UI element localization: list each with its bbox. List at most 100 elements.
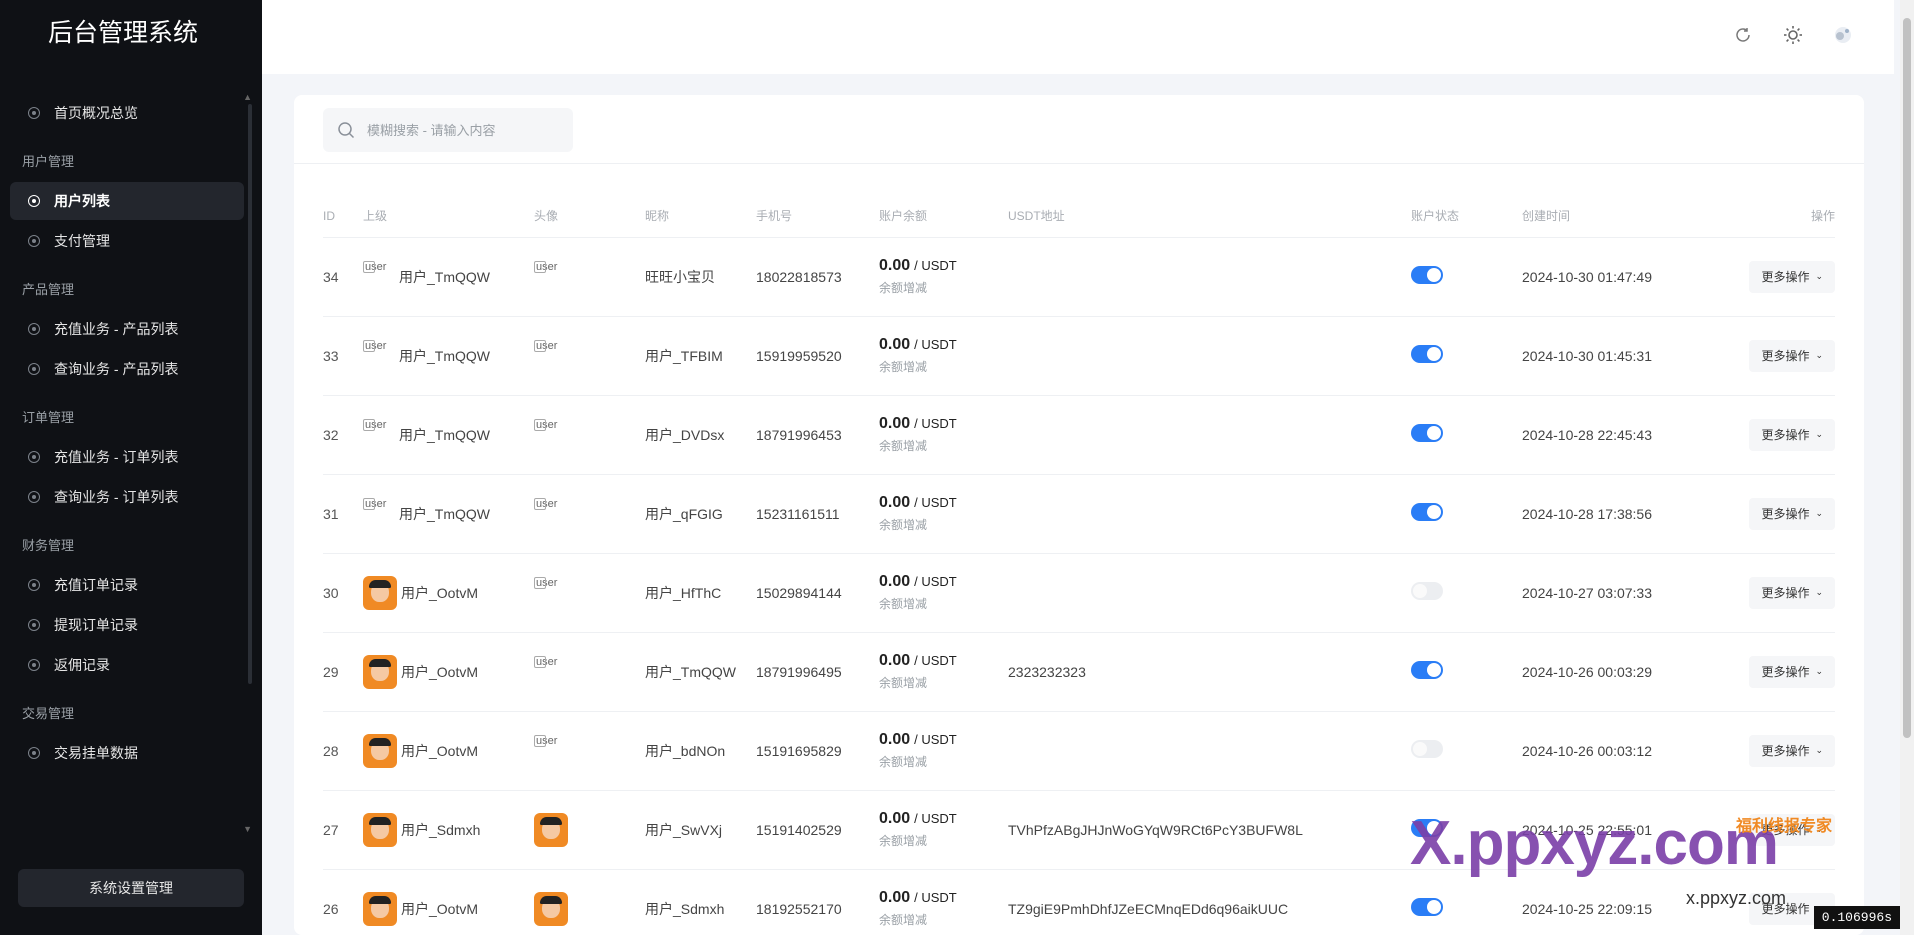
upline-avatar xyxy=(363,733,397,768)
radio-dot-icon xyxy=(28,659,40,671)
sidebar-item-withdraw-records[interactable]: 提现订单记录 xyxy=(10,606,244,644)
upline-avatar-broken-image: user xyxy=(363,497,395,531)
theme-toggle-icon[interactable] xyxy=(1832,24,1854,46)
cell-nickname: 用户_TmQQW xyxy=(645,632,756,712)
user-avatar-broken-image: user xyxy=(534,339,566,373)
cell-upline: 用户_OotvM xyxy=(363,711,534,791)
user-id: 30 xyxy=(323,584,339,601)
broken-image-alt: user xyxy=(365,339,387,352)
header-avatar: 头像 xyxy=(534,195,645,238)
more-actions-label: 更多操作 xyxy=(1761,349,1810,363)
more-actions-label: 更多操作 xyxy=(1761,270,1810,284)
balance-adjust-link[interactable]: 余额增减 xyxy=(879,911,1008,928)
sidebar-item-recharge-records[interactable]: 充值订单记录 xyxy=(10,566,244,604)
cell-id: 26 xyxy=(323,869,363,935)
sidebar-item-trade-orders[interactable]: 交易挂单数据 xyxy=(10,734,244,772)
more-actions-button[interactable]: 更多操作 ⌄ xyxy=(1749,497,1835,530)
refresh-icon[interactable] xyxy=(1732,24,1754,46)
balance-amount: 0.00 xyxy=(879,889,911,906)
status-toggle[interactable] xyxy=(1411,582,1443,600)
chevron-down-icon: ⌄ xyxy=(1815,508,1823,518)
created-time: 2024-10-27 03:07:33 xyxy=(1522,584,1652,601)
sidebar-item-label: 查询业务 - 产品列表 xyxy=(54,361,179,377)
created-time: 2024-10-30 01:47:49 xyxy=(1522,268,1652,285)
sidebar-item-query-products[interactable]: 查询业务 - 产品列表 xyxy=(10,350,244,388)
more-actions-button[interactable]: 更多操作 ⌄ xyxy=(1749,260,1835,293)
table-row: 31 user 用户_TmQQW user 用户_qFGIG 15231161511 0.0… xyxy=(323,474,1835,554)
system-settings-button[interactable]: 系统设置管理 xyxy=(18,869,244,907)
sidebar-item-label: 充值订单记录 xyxy=(54,577,138,593)
scroll-down-icon[interactable]: ▼ xyxy=(243,824,252,834)
sidebar-item-query-orders[interactable]: 查询业务 - 订单列表 xyxy=(10,478,244,516)
phone-number: 15919959520 xyxy=(756,347,842,364)
balance-unit: / USDT xyxy=(914,732,957,747)
cell-nickname: 旺旺小宝贝 xyxy=(645,237,756,317)
balance-adjust-link[interactable]: 余额增减 xyxy=(879,674,1008,691)
cell-avatar: user xyxy=(534,395,645,475)
sidebar-item-label: 提现订单记录 xyxy=(54,617,138,633)
cell-phone: 18791996495 xyxy=(756,632,879,712)
balance-adjust-link[interactable]: 余额增减 xyxy=(879,279,1008,296)
divider xyxy=(294,163,1864,164)
status-toggle[interactable] xyxy=(1411,266,1443,284)
watermark-url: x.ppxyz.com xyxy=(1686,888,1787,908)
sidebar-item-user-list[interactable]: 用户列表 xyxy=(10,182,244,220)
sidebar-item-commission-records[interactable]: 返佣记录 xyxy=(10,646,244,684)
sidebar-item-recharge-products[interactable]: 充值业务 - 产品列表 xyxy=(10,310,244,348)
cell-usdt-address xyxy=(1008,237,1411,317)
chevron-down-icon: ⌄ xyxy=(1815,350,1823,360)
page-scrollbar[interactable] xyxy=(1900,0,1914,935)
nickname: 旺旺小宝贝 xyxy=(645,268,715,285)
balance-adjust-link[interactable]: 余额增减 xyxy=(879,437,1008,454)
balance-adjust-link[interactable]: 余额增减 xyxy=(879,595,1008,612)
search-input[interactable] xyxy=(367,122,557,138)
cell-phone: 18022818573 xyxy=(756,237,879,317)
status-toggle[interactable] xyxy=(1411,345,1443,363)
cell-actions: 更多操作 ⌄ xyxy=(1735,553,1835,633)
cell-balance: 0.00/ USDT 余额增减 xyxy=(879,869,1008,935)
more-actions-button[interactable]: 更多操作 ⌄ xyxy=(1749,734,1835,767)
more-actions-button[interactable]: 更多操作 ⌄ xyxy=(1749,576,1835,609)
sidebar: 后台管理系统 ▲ 首页概况总览 用户管理 用户列表 支付管理 产品管理 充值业务 - 产品… xyxy=(0,0,262,935)
cell-balance: 0.00/ USDT 余额增减 xyxy=(879,790,1008,870)
table-row: 33 user 用户_TmQQW user 用户_TFBIM 15919959520 0.0… xyxy=(323,316,1835,396)
sidebar-scrollbar[interactable] xyxy=(248,104,252,684)
status-toggle[interactable] xyxy=(1411,898,1443,916)
user-avatar-broken-image: user xyxy=(534,260,566,294)
sidebar-item-dashboard[interactable]: 首页概况总览 xyxy=(10,94,244,132)
sidebar-item-recharge-orders[interactable]: 充值业务 - 订单列表 xyxy=(10,438,244,476)
sidebar-item-label: 返佣记录 xyxy=(54,657,110,673)
cell-balance: 0.00/ USDT 余额增减 xyxy=(879,474,1008,554)
nickname: 用户_DVDsx xyxy=(645,426,725,443)
balance-adjust-link[interactable]: 余额增减 xyxy=(879,358,1008,375)
status-toggle[interactable] xyxy=(1411,503,1443,521)
upline-name: 用户_OotvM xyxy=(401,742,479,759)
status-toggle[interactable] xyxy=(1411,740,1443,758)
status-toggle[interactable] xyxy=(1411,661,1443,679)
page-scrollbar-thumb[interactable] xyxy=(1903,18,1911,738)
nickname: 用户_HfThC xyxy=(645,584,722,601)
status-toggle[interactable] xyxy=(1411,424,1443,442)
more-actions-button[interactable]: 更多操作 ⌄ xyxy=(1749,418,1835,451)
balance-adjust-link[interactable]: 余额增减 xyxy=(879,516,1008,533)
balance-adjust-link[interactable]: 余额增减 xyxy=(879,753,1008,770)
upline-user: 用户_OotvM xyxy=(363,733,534,768)
cell-status xyxy=(1411,711,1522,791)
upline-user: user 用户_TmQQW xyxy=(363,339,534,373)
balance-amount: 0.00 xyxy=(879,336,911,353)
cell-id: 32 xyxy=(323,395,363,475)
cell-nickname: 用户_qFGIG xyxy=(645,474,756,554)
search-box[interactable] xyxy=(323,108,573,152)
cell-nickname: 用户_SwVXj xyxy=(645,790,756,870)
balance-amount: 0.00 xyxy=(879,494,911,511)
more-actions-button[interactable]: 更多操作 ⌄ xyxy=(1749,655,1835,688)
user-avatar-broken-image: user xyxy=(534,734,566,768)
user-avatar-broken-image: user xyxy=(534,655,566,689)
balance-adjust-link[interactable]: 余额增减 xyxy=(879,832,1008,849)
cell-created: 2024-10-30 01:47:49 xyxy=(1522,237,1735,317)
upline-user: user 用户_TmQQW xyxy=(363,260,534,294)
sun-icon[interactable] xyxy=(1782,24,1804,46)
sidebar-item-payment[interactable]: 支付管理 xyxy=(10,222,244,260)
cell-actions: 更多操作 ⌄ xyxy=(1735,316,1835,396)
more-actions-button[interactable]: 更多操作 ⌄ xyxy=(1749,339,1835,372)
